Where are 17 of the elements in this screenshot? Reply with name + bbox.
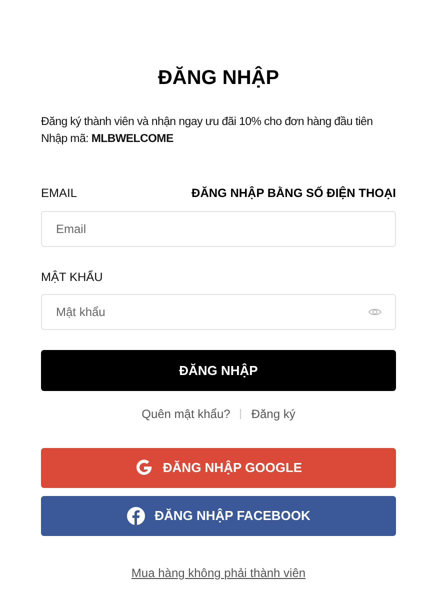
login-button[interactable]: ĐĂNG NHẬP	[41, 350, 396, 391]
promo-text: Nhập mã: MLBWELCOME	[41, 132, 174, 147]
text-link[interactable]: Quên mật khẩu?	[142, 405, 230, 423]
text-link[interactable]: Đăng ký	[251, 405, 296, 423]
promo-text: Đăng ký thành viên và nhận ngay ưu đãi 10% cho đơn hàng đầu tiên	[41, 115, 374, 130]
g-letter-icon	[134, 459, 153, 477]
facebook-icon	[126, 507, 145, 525]
social-login-button[interactable]: ĐĂNG NHẬP GOOGLE	[41, 448, 396, 488]
page-title: ĐĂNG NHẬP	[156, 65, 280, 91]
phone-login-link[interactable]: ĐĂNG NHẬP BẰNG SỐ ĐIỆN THOẠI	[192, 184, 396, 202]
email-field[interactable]: Email	[41, 211, 396, 247]
guest-checkout-link[interactable]: Mua hàng không phải thành viên	[131, 564, 306, 582]
social-login-button[interactable]: ĐĂNG NHẬP FACEBOOK	[41, 496, 396, 536]
password-field[interactable]: Mật khẩu	[41, 294, 396, 330]
eye-icon[interactable]	[368, 307, 382, 317]
field-label: MẬT KHẨU	[41, 269, 104, 286]
field-label: EMAIL	[41, 185, 78, 202]
